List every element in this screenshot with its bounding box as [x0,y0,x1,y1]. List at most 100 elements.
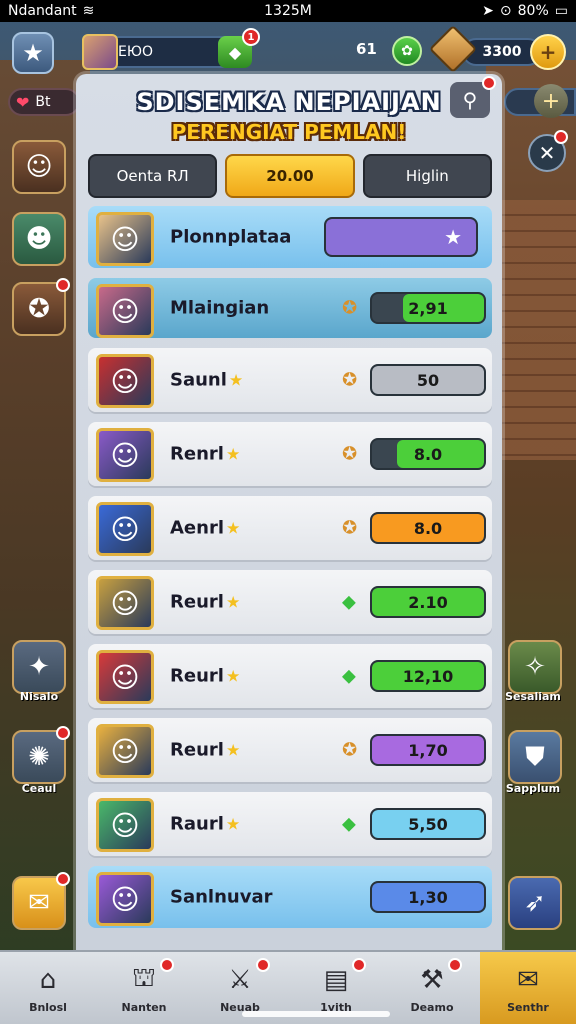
nav-item[interactable]: ⌂ Bnlosl [0,952,96,1024]
star-icon: ★ [22,39,44,67]
hearts-pill[interactable]: ❤ Bt [8,88,80,116]
score-bar: ★ [324,217,478,257]
resource-b-value: 3300 [482,44,522,60]
tab-score[interactable]: 20.00 [225,154,355,198]
notification-dot [352,958,366,972]
score-bar: 50 [370,364,486,396]
bandit-icon: ✺ [28,742,50,772]
right-add-button[interactable]: + [534,84,568,118]
nav-item[interactable]: ⚒ Deamo [384,952,480,1024]
player-name-text: Plonnplataa [170,226,292,248]
nav-item[interactable]: ✉ Senthr [480,952,576,1024]
nav-label: Deamo [410,1000,454,1014]
score-bar: 1,30 [370,881,486,913]
star-icon: ★ [225,592,241,612]
list-item[interactable]: ☺ Renrl ★ ✪ 8.0 [88,422,492,486]
side-button-ceaul[interactable]: ✺ [12,726,70,784]
player-name-text: Sanlnuvar [170,886,273,908]
notification-dot [482,76,496,90]
player-name-text: Saunl [170,369,227,391]
avatar[interactable] [82,34,118,70]
tab-bar: Oenta RЛ 20.00 Higlin [88,154,492,198]
carrier-label: Ndandant [8,3,77,19]
list-item[interactable]: ☺ Reurl ★ ◆ 2.10 [88,570,492,634]
nav-label: Bnlosl [29,1000,67,1014]
gem-icon: ◆ [342,665,356,687]
clover-icon: ✿ [401,43,413,59]
list-item[interactable]: ☺ Saunl ★ ✪ 50 [88,348,492,412]
profile-pill[interactable]: ЕЮО ◆ 1 [82,28,260,70]
side-label-1: Nisalo [19,690,59,703]
status-bar: Ndandant ≋ 1325M ➤ ⊙ 80% ▭ [0,0,576,22]
score-value: 2.10 [408,592,448,612]
player-name-text: Renrl [170,443,224,465]
player-name-text: Reurl [170,665,224,687]
search-button[interactable]: ⚲ [450,76,496,118]
score-value: 5,50 [408,814,448,834]
notification-dot [256,958,270,972]
plus-icon: + [541,88,561,114]
score-bar: 12,10 [370,660,486,692]
shop-icon: ⛫ [132,962,156,993]
battle-icon: ⚔ [228,964,252,995]
side-button-sesaliam[interactable]: ✧ [508,640,562,694]
list-item[interactable]: ☺ Raurl ★ ◆ 5,50 [88,792,492,856]
side-pet-button[interactable]: ✪ [12,278,70,336]
hearts-label: Bt [35,94,51,110]
list-item[interactable]: ☺ Sanlnuvar 1,30 [88,866,492,928]
leaderboard-list: ☺ Plonnplataa ★ ☺ Mlaingian ✪ 2,91 ☺ Saunl ★ ✪ 50 ☺ R… [88,206,492,938]
arrow-icon: ➶ [524,888,546,918]
player-name: Saunl ★ [170,370,243,391]
list-item[interactable]: ☺ Reurl ★ ◆ 12,10 [88,644,492,708]
player-name: Raurl ★ [170,814,240,835]
gem-icon: ◆ [342,591,356,613]
side-button-nisalo[interactable]: ✦ [12,640,66,694]
list-item[interactable]: ☺ Mlaingian ✪ 2,91 [88,278,492,338]
home-button[interactable]: ★ [12,32,54,74]
medal-icon: ✪ [342,739,358,761]
mail-icon: ✉ [517,964,539,995]
score-value: 50 [416,370,440,390]
home-icon: ⌂ [39,964,57,995]
resource-b-add-button[interactable]: + [530,34,566,70]
player-name: Mlaingian [170,298,269,319]
lock-icon: ⊙ [499,3,512,19]
star-icon: ★ [225,740,241,760]
crystal-icon [428,24,478,74]
tab-global[interactable]: Higlin [362,154,492,198]
side-hero-button-2[interactable]: ☻ [12,212,66,266]
sword-icon: ⚒ [420,964,444,995]
list-item[interactable]: ☺ Plonnplataa ★ [88,206,492,268]
medal-icon: ✪ [342,297,358,319]
side-button-sapplum[interactable]: ⛊ [508,730,562,784]
hero-portrait: ☺ [96,650,154,704]
crystal-icon: ✧ [524,652,546,682]
resource-a-add-button[interactable]: ✿ [392,36,422,66]
pet-icon: ✪ [28,294,50,324]
gem-button[interactable]: ◆ 1 [218,28,260,68]
tab-friends[interactable]: Oenta RЛ [88,154,218,198]
star-icon: ★ [226,518,241,538]
nav-item[interactable]: ⛫ Nanten [96,952,192,1024]
side-mail-button[interactable]: ✉ [12,872,70,930]
hero-portrait: ☺ [96,428,154,482]
notification-dot [448,958,462,972]
side-arrow-button[interactable]: ➶ [508,876,562,930]
hero-portrait: ☺ [96,576,154,630]
score-value: 1,70 [408,740,448,760]
hero-portrait: ☺ [96,354,154,408]
player-name-text: Mlaingian [170,297,270,319]
notification-dot [554,130,568,144]
battery-icon: ▭ [554,3,568,19]
side-hero-button-1[interactable]: ☺ [12,140,66,194]
list-item[interactable]: ☺ Aenrl ★ ✪ 8.0 [88,496,492,560]
notification-dot [56,872,70,886]
close-icon: ✕ [538,141,556,165]
list-item[interactable]: ☺ Reurl ★ ✪ 1,70 [88,718,492,782]
plus-icon: + [539,40,557,64]
hero-portrait: ☺ [96,502,154,556]
player-name-text: Reurl [170,591,224,613]
close-button[interactable]: ✕ [528,130,568,172]
nav-label: Senthr [507,1000,549,1014]
profile-name: ЕЮО [118,44,153,60]
